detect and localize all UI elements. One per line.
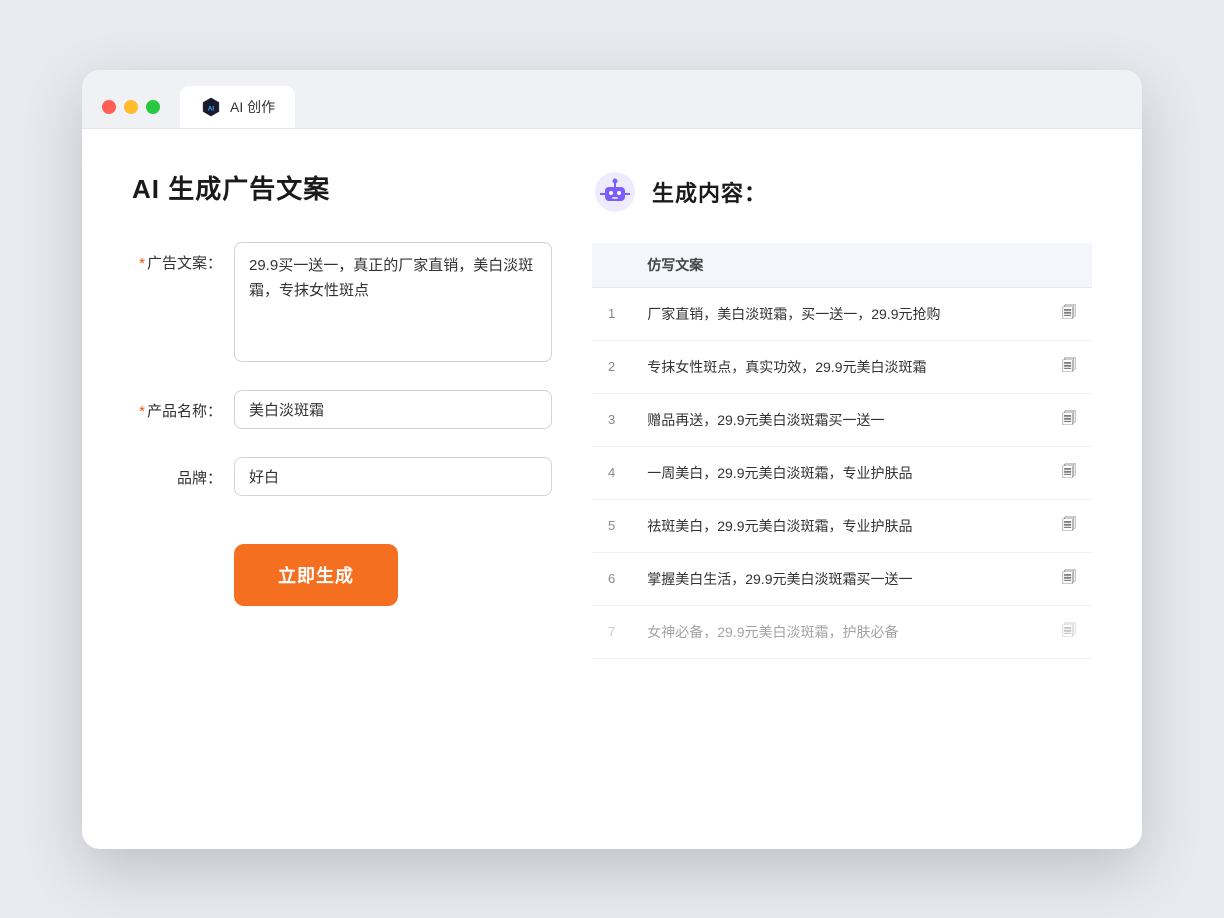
results-table: 仿写文案 1厂家直销，美白淡斑霜，买一送一，29.9元抢购🗐2专抹女性斑点，真实…: [592, 243, 1092, 659]
copy-button[interactable]: 🗐: [1046, 552, 1092, 605]
table-row: 3赠品再送，29.9元美白淡斑霜买一送一🗐: [592, 393, 1092, 446]
row-text: 女神必备，29.9元美白淡斑霜，护肤必备: [631, 605, 1046, 658]
product-name-required: *: [139, 403, 145, 420]
table-header-row: 仿写文案: [592, 243, 1092, 288]
row-text: 厂家直销，美白淡斑霜，买一送一，29.9元抢购: [631, 287, 1046, 340]
copy-button[interactable]: 🗐: [1046, 499, 1092, 552]
traffic-lights: [102, 100, 160, 114]
row-number: 4: [592, 446, 631, 499]
ad-copy-required: *: [139, 255, 145, 272]
page-title: AI 生成广告文案: [132, 169, 552, 206]
row-number: 7: [592, 605, 631, 658]
brand-group: 品牌：: [132, 457, 552, 496]
copy-button[interactable]: 🗐: [1046, 605, 1092, 658]
maximize-button[interactable]: [146, 100, 160, 114]
titlebar: AI AI 创作: [82, 70, 1142, 129]
brand-input[interactable]: [234, 457, 552, 496]
brand-label: 品牌：: [132, 457, 222, 488]
row-number: 5: [592, 499, 631, 552]
row-text: 赠品再送，29.9元美白淡斑霜买一送一: [631, 393, 1046, 446]
svg-text:AI: AI: [208, 105, 215, 112]
col-action: [1046, 243, 1092, 288]
table-row: 4一周美白，29.9元美白淡斑霜，专业护肤品🗐: [592, 446, 1092, 499]
row-number: 1: [592, 287, 631, 340]
robot-icon: [592, 169, 638, 215]
ad-copy-group: *广告文案： 29.9买一送一，真正的厂家直销，美白淡斑霜，专抹女性斑点: [132, 242, 552, 362]
left-panel: AI 生成广告文案 *广告文案： 29.9买一送一，真正的厂家直销，美白淡斑霜，…: [132, 169, 552, 809]
copy-button[interactable]: 🗐: [1046, 393, 1092, 446]
copy-button[interactable]: 🗐: [1046, 446, 1092, 499]
results-title: 生成内容：: [652, 176, 767, 208]
row-text: 祛斑美白，29.9元美白淡斑霜，专业护肤品: [631, 499, 1046, 552]
ad-copy-input[interactable]: 29.9买一送一，真正的厂家直销，美白淡斑霜，专抹女性斑点: [234, 242, 552, 362]
copy-button[interactable]: 🗐: [1046, 287, 1092, 340]
product-name-input[interactable]: [234, 390, 552, 429]
ad-copy-label: *广告文案：: [132, 242, 222, 273]
minimize-button[interactable]: [124, 100, 138, 114]
row-number: 2: [592, 340, 631, 393]
col-num: [592, 243, 631, 288]
table-row: 1厂家直销，美白淡斑霜，买一送一，29.9元抢购🗐: [592, 287, 1092, 340]
row-text: 专抹女性斑点，真实功效，29.9元美白淡斑霜: [631, 340, 1046, 393]
generate-button[interactable]: 立即生成: [234, 544, 398, 606]
close-button[interactable]: [102, 100, 116, 114]
tab-label: AI 创作: [230, 97, 275, 117]
browser-window: AI AI 创作 AI 生成广告文案 *广告文案： 29.9买一送一，真正的厂家…: [82, 70, 1142, 849]
row-text: 一周美白，29.9元美白淡斑霜，专业护肤品: [631, 446, 1046, 499]
ai-creation-tab[interactable]: AI AI 创作: [180, 86, 295, 128]
ai-tab-icon: AI: [200, 96, 222, 118]
product-name-group: *产品名称：: [132, 390, 552, 429]
copy-button[interactable]: 🗐: [1046, 340, 1092, 393]
row-number: 3: [592, 393, 631, 446]
row-text: 掌握美白生活，29.9元美白淡斑霜买一送一: [631, 552, 1046, 605]
table-row: 2专抹女性斑点，真实功效，29.9元美白淡斑霜🗐: [592, 340, 1092, 393]
content-area: AI 生成广告文案 *广告文案： 29.9买一送一，真正的厂家直销，美白淡斑霜，…: [82, 129, 1142, 849]
product-name-label: *产品名称：: [132, 390, 222, 421]
col-copy: 仿写文案: [631, 243, 1046, 288]
table-row: 6掌握美白生活，29.9元美白淡斑霜买一送一🗐: [592, 552, 1092, 605]
table-row: 7女神必备，29.9元美白淡斑霜，护肤必备🗐: [592, 605, 1092, 658]
results-header: 生成内容：: [592, 169, 1092, 215]
right-panel: 生成内容： 仿写文案 1厂家直销，美白淡斑霜，买一送一，29.9元抢购🗐2专抹女…: [592, 169, 1092, 809]
table-row: 5祛斑美白，29.9元美白淡斑霜，专业护肤品🗐: [592, 499, 1092, 552]
row-number: 6: [592, 552, 631, 605]
